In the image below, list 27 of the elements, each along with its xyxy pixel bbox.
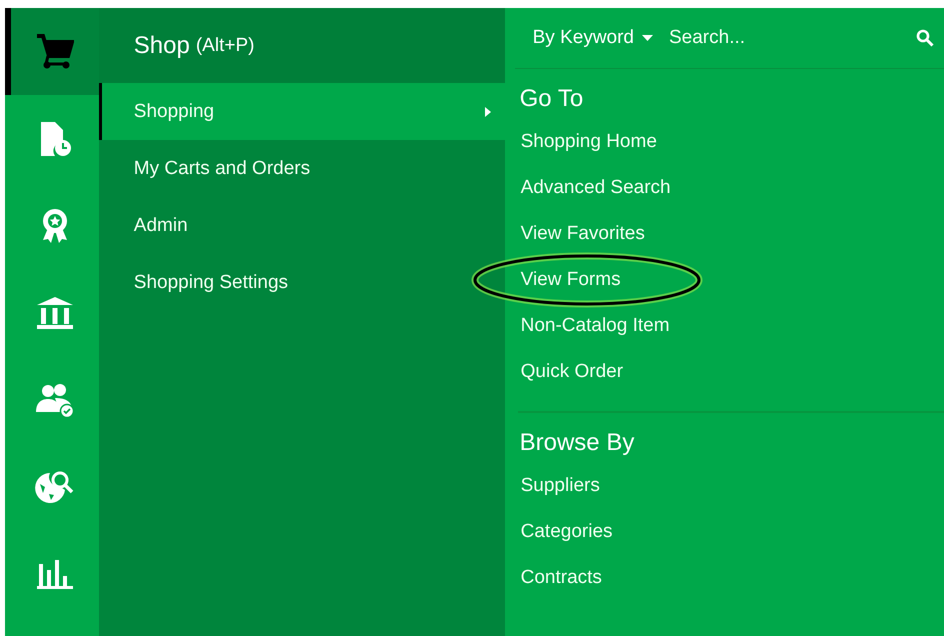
search-icon[interactable] (916, 29, 934, 47)
search-field[interactable]: Search... (667, 26, 916, 50)
menu-link[interactable]: View Favorites (520, 223, 645, 245)
menu-link[interactable]: Quick Order (520, 361, 624, 383)
menu-link[interactable]: Shopping Home (520, 131, 657, 153)
menu-title: Shop (134, 32, 190, 60)
globe-search-icon (34, 470, 75, 504)
menu-link[interactable]: Non-Catalog Item (520, 315, 670, 337)
search-mode-dropdown[interactable]: By Keyword (532, 27, 653, 49)
menu-link[interactable]: Contracts (520, 567, 602, 589)
menu-item[interactable]: Shopping (98, 83, 505, 140)
users-check-icon (34, 382, 75, 418)
menu-item[interactable]: Shopping Settings (98, 254, 505, 311)
section-heading: Browse By (520, 429, 636, 457)
rail-item[interactable] (5, 8, 99, 95)
menu-item[interactable]: Admin (98, 197, 505, 254)
menu-link[interactable]: Suppliers (520, 475, 600, 497)
shortcut-hint: (Alt+P) (196, 34, 254, 56)
cart-icon (36, 34, 74, 70)
bar-chart-icon (36, 558, 74, 590)
menu-item[interactable]: My Carts and Orders (98, 140, 505, 197)
menu-link[interactable]: Advanced Search (520, 177, 671, 199)
menu-link[interactable]: View Forms (520, 269, 621, 291)
bank-icon (34, 296, 75, 330)
menu-link[interactable]: Categories (520, 521, 613, 543)
section-heading: Go To (520, 85, 584, 113)
caret-icon (642, 35, 653, 41)
